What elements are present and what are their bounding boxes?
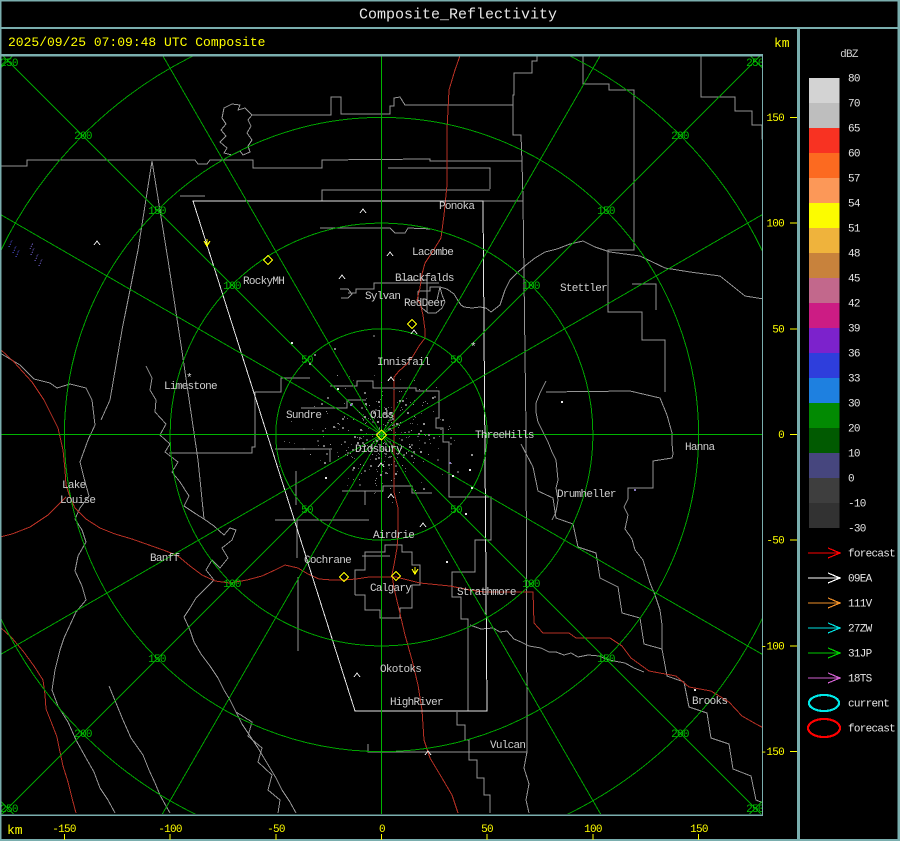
svg-text:Innisfail: Innisfail [377,357,430,369]
svg-text:50: 50 [301,355,313,367]
svg-text:km: km [7,823,23,838]
svg-text:70: 70 [848,99,860,111]
svg-text:-30: -30 [848,524,866,536]
svg-text:ThreeHills: ThreeHills [475,430,534,442]
svg-text:111V: 111V [848,599,873,611]
svg-text:20: 20 [848,424,860,436]
svg-text:30: 30 [848,399,860,411]
svg-text:Lacombe: Lacombe [412,247,453,259]
svg-text:Strathmore: Strathmore [457,587,516,599]
svg-text:200: 200 [74,131,92,143]
svg-text:200: 200 [671,729,689,741]
svg-text:Okotoks: Okotoks [380,664,421,676]
svg-text:200: 200 [74,729,92,741]
svg-text:09EA: 09EA [848,574,873,586]
svg-text:Sundre: Sundre [286,410,321,422]
svg-text:150: 150 [148,654,166,666]
svg-text:50: 50 [772,324,784,336]
svg-text:Hanna: Hanna [685,442,716,454]
svg-text:Olds: Olds [370,410,394,422]
svg-text:36: 36 [848,349,860,361]
svg-text:150: 150 [597,206,615,218]
svg-text:Banff: Banff [150,553,180,565]
svg-text:*: * [470,342,476,354]
svg-text:current: current [848,699,889,711]
svg-text:33: 33 [848,374,860,386]
svg-text:150: 150 [766,113,784,125]
svg-text:Ponoka: Ponoka [439,201,475,213]
svg-text:250: 250 [746,58,764,70]
svg-text:200: 200 [671,131,689,143]
svg-text:0: 0 [778,430,784,442]
svg-text:Drumheller: Drumheller [557,489,616,501]
svg-text:Limestone: Limestone [164,381,217,393]
svg-text:dBZ: dBZ [840,49,859,61]
svg-text:100: 100 [766,219,784,231]
svg-text:Vulcan: Vulcan [490,740,525,752]
svg-text:Louise: Louise [60,495,95,507]
svg-text:Brooks: Brooks [692,696,727,708]
svg-text:-100: -100 [760,641,784,653]
svg-text:50: 50 [301,505,313,517]
svg-text:km: km [774,36,790,51]
svg-text:250: 250 [0,58,18,70]
svg-text:150: 150 [148,206,166,218]
svg-text:10: 10 [848,449,860,461]
svg-text:2025/09/25 07:09:48 UTC Compos: 2025/09/25 07:09:48 UTC Composite [8,35,265,50]
svg-text:100: 100 [223,281,241,293]
svg-text:51: 51 [848,224,861,236]
svg-text:27ZW: 27ZW [848,624,873,636]
svg-text:Stettler: Stettler [560,283,607,295]
svg-text:31JP: 31JP [848,649,873,661]
svg-text:60: 60 [848,149,860,161]
svg-text:Calgary: Calgary [370,583,412,595]
svg-text:-10: -10 [848,499,866,511]
svg-text:RockyMH: RockyMH [243,276,284,288]
svg-text:Sylvan: Sylvan [365,291,400,303]
svg-text:18TS: 18TS [848,674,873,686]
svg-text:0: 0 [379,824,385,836]
svg-text:forecast: forecast [848,549,895,561]
svg-text:HighRiver: HighRiver [390,697,443,709]
svg-text:45: 45 [848,274,860,286]
svg-text:50: 50 [450,505,462,517]
svg-text:-50: -50 [766,536,784,548]
svg-text:80: 80 [848,74,860,86]
svg-text:Didsbury: Didsbury [355,444,403,456]
svg-text:100: 100 [522,579,540,591]
svg-text:forecast: forecast [848,724,895,736]
svg-text:Composite_Reflectivity: Composite_Reflectivity [359,7,557,24]
svg-text:Cochrane: Cochrane [304,555,351,567]
svg-text:57: 57 [848,174,860,186]
svg-text:100: 100 [223,579,241,591]
svg-text:54: 54 [848,199,861,211]
svg-text:100: 100 [522,281,540,293]
svg-text:RedDeer: RedDeer [404,298,445,310]
svg-text:42: 42 [848,299,860,311]
svg-text:50: 50 [450,355,462,367]
svg-text:65: 65 [848,124,860,136]
svg-text:0: 0 [848,474,854,486]
svg-text:Airdrie: Airdrie [373,530,414,542]
svg-text:48: 48 [848,249,860,261]
svg-text:-150: -150 [760,747,784,759]
svg-text:39: 39 [848,324,860,336]
svg-text:Lake: Lake [62,480,86,492]
svg-text:150: 150 [597,654,615,666]
svg-text:Blackfalds: Blackfalds [395,273,454,285]
